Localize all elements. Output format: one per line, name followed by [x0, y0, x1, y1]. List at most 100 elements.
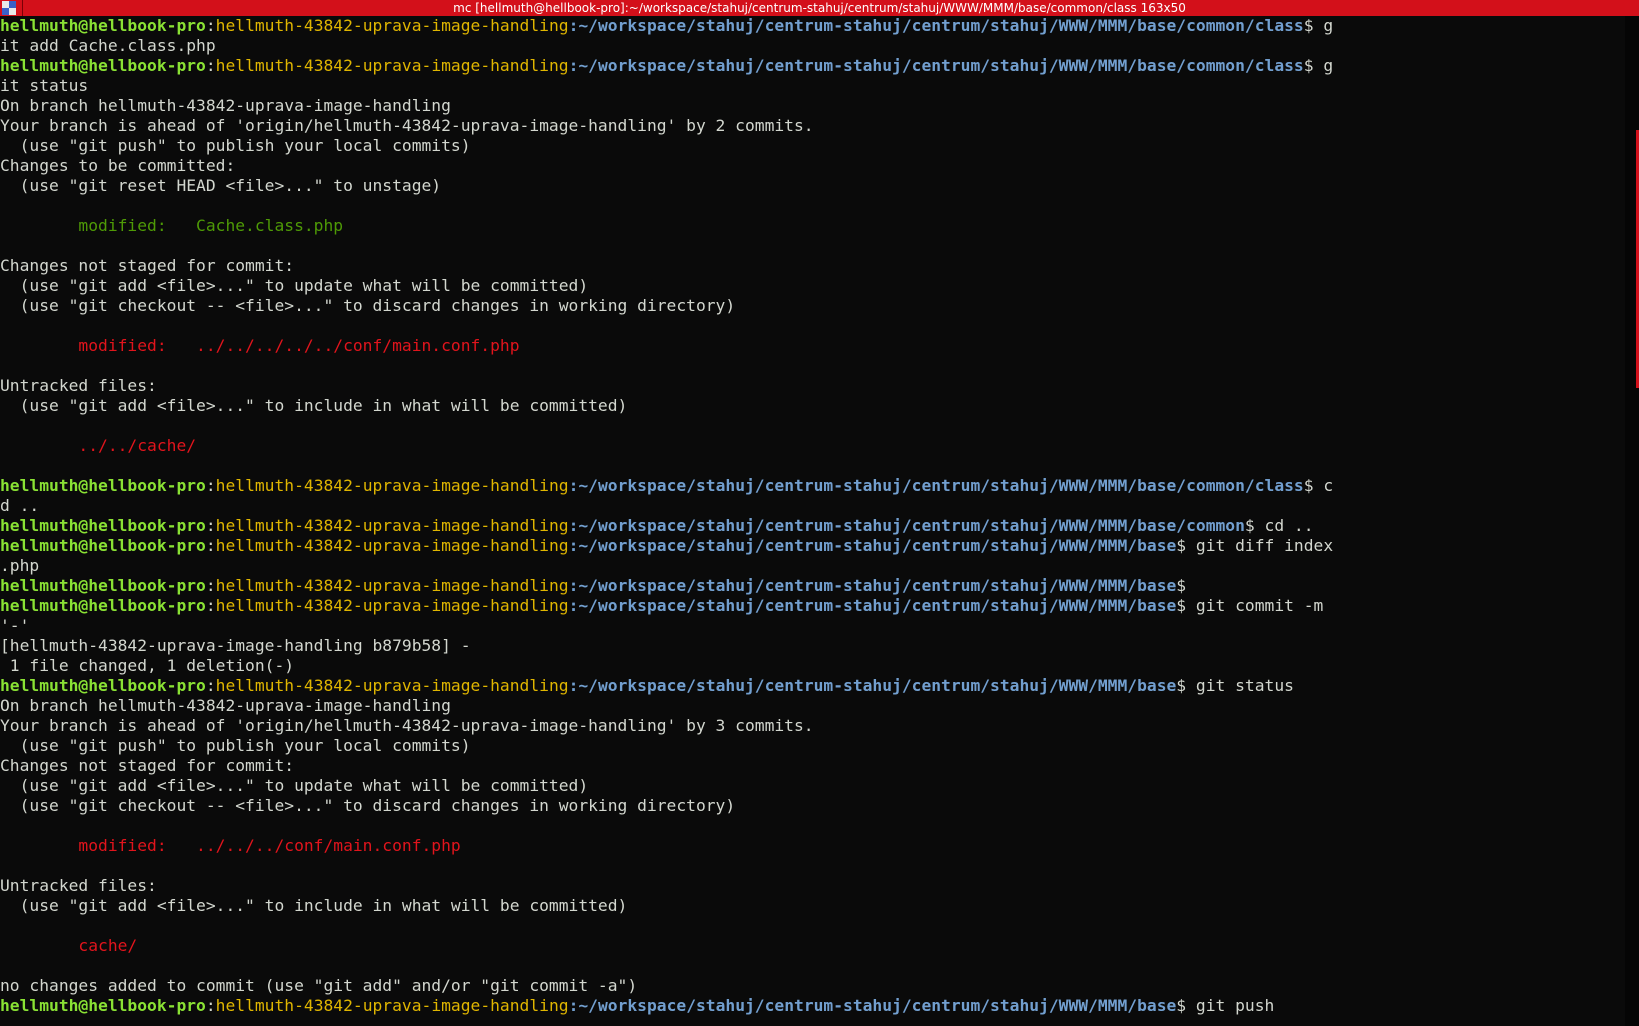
- terminal-text: Changes to be committed:: [0, 156, 236, 175]
- terminal-text: it add Cache.class.php: [0, 36, 216, 55]
- prompt-branch: hellmuth-43842-uprava-image-handling: [215, 576, 569, 595]
- terminal-line: Untracked files:: [0, 376, 1625, 396]
- terminal-line: modified: ../../../../../conf/main.conf.…: [0, 336, 1625, 356]
- prompt-user-host: hellmuth@hellbook-pro: [0, 676, 206, 695]
- terminal-text: :: [205, 16, 216, 35]
- window-title: mc [hellmuth@hellbook-pro]:~/workspace/s…: [453, 1, 1186, 15]
- terminal-text: :: [205, 996, 216, 1015]
- terminal-line: hellmuth@hellbook-pro:hellmuth-43842-upr…: [0, 996, 1625, 1016]
- terminal-line: (use "git add <file>..." to include in w…: [0, 396, 1625, 416]
- scrollbar[interactable]: [1625, 16, 1639, 1026]
- terminal-line: hellmuth@hellbook-pro:hellmuth-43842-upr…: [0, 676, 1625, 696]
- terminal-line: modified: ../../../conf/main.conf.php: [0, 836, 1625, 856]
- prompt-user-host: hellmuth@hellbook-pro: [0, 476, 206, 495]
- terminal-line: Untracked files:: [0, 876, 1625, 896]
- unstaged-file: cache/: [0, 936, 138, 955]
- terminal-text: $ git commit -m: [1176, 596, 1324, 615]
- prompt-user-host: hellmuth@hellbook-pro: [0, 56, 206, 75]
- terminal-text: Untracked files:: [0, 376, 157, 395]
- terminal-output[interactable]: hellmuth@hellbook-pro:hellmuth-43842-upr…: [0, 16, 1625, 1026]
- staged-file: modified: Cache.class.php: [0, 216, 344, 235]
- prompt-branch: hellmuth-43842-uprava-image-handling: [215, 516, 569, 535]
- prompt-branch: hellmuth-43842-uprava-image-handling: [215, 476, 569, 495]
- terminal-line: no changes added to commit (use "git add…: [0, 976, 1625, 996]
- terminal-line: hellmuth@hellbook-pro:hellmuth-43842-upr…: [0, 596, 1625, 616]
- terminal-line: (use "git reset HEAD <file>..." to unsta…: [0, 176, 1625, 196]
- terminal-text: it status: [0, 76, 89, 95]
- terminal-text: Changes not staged for commit:: [0, 256, 295, 275]
- terminal-text: $ cd ..: [1244, 516, 1314, 535]
- terminal-text: .php: [0, 556, 40, 575]
- terminal-text: $ git diff index: [1176, 536, 1334, 555]
- prompt-path: :~/workspace/stahuj/centrum-stahuj/centr…: [568, 676, 1177, 695]
- terminal-line: it status: [0, 76, 1625, 96]
- terminal-line: (use "git add <file>..." to include in w…: [0, 896, 1625, 916]
- unstaged-file: modified: ../../../conf/main.conf.php: [0, 836, 461, 855]
- terminal-line: [hellmuth-43842-uprava-image-handling b8…: [0, 636, 1625, 656]
- prompt-path: :~/workspace/stahuj/centrum-stahuj/centr…: [568, 476, 1304, 495]
- terminal-text: (use "git add <file>..." to update what …: [0, 276, 589, 295]
- terminal-line: Changes not staged for commit:: [0, 756, 1625, 776]
- prompt-user-host: hellmuth@hellbook-pro: [0, 596, 206, 615]
- terminal-text: $ g: [1303, 56, 1334, 75]
- terminal-line: hellmuth@hellbook-pro:hellmuth-43842-upr…: [0, 16, 1625, 36]
- terminal-text: :: [205, 516, 216, 535]
- terminal-line: Changes not staged for commit:: [0, 256, 1625, 276]
- terminal-line: (use "git push" to publish your local co…: [0, 136, 1625, 156]
- terminal-line: d ..: [0, 496, 1625, 516]
- terminal-text: Your branch is ahead of 'origin/hellmuth…: [0, 716, 814, 735]
- terminal-line: (use "git push" to publish your local co…: [0, 736, 1625, 756]
- title-bar[interactable]: mc [hellmuth@hellbook-pro]:~/workspace/s…: [0, 0, 1639, 16]
- terminal-text: (use "git checkout -- <file>..." to disc…: [0, 796, 736, 815]
- terminal-text: (use "git add <file>..." to include in w…: [0, 896, 628, 915]
- terminal-text: $ git push: [1176, 996, 1275, 1015]
- terminal-line: Your branch is ahead of 'origin/hellmuth…: [0, 716, 1625, 736]
- unstaged-file: modified: ../../../../../conf/main.conf.…: [0, 336, 520, 355]
- prompt-user-host: hellmuth@hellbook-pro: [0, 536, 206, 555]
- terminal-line: Your branch is ahead of 'origin/hellmuth…: [0, 116, 1625, 136]
- prompt-branch: hellmuth-43842-uprava-image-handling: [215, 56, 569, 75]
- terminal-text: :: [205, 576, 216, 595]
- terminal-text: [hellmuth-43842-uprava-image-handling b8…: [0, 636, 471, 655]
- prompt-branch: hellmuth-43842-uprava-image-handling: [215, 596, 569, 615]
- unstaged-file: ../../cache/: [0, 436, 197, 455]
- terminal-line: hellmuth@hellbook-pro:hellmuth-43842-upr…: [0, 516, 1625, 536]
- terminal-line: it add Cache.class.php: [0, 36, 1625, 56]
- prompt-branch: hellmuth-43842-uprava-image-handling: [215, 676, 569, 695]
- terminal-text: (use "git add <file>..." to include in w…: [0, 396, 628, 415]
- terminal-text: On branch hellmuth-43842-uprava-image-ha…: [0, 96, 451, 115]
- terminal-line: hellmuth@hellbook-pro:hellmuth-43842-upr…: [0, 536, 1625, 556]
- terminal-text: Changes not staged for commit:: [0, 756, 295, 775]
- terminal-text: $ c: [1303, 476, 1334, 495]
- terminal-text: $: [1176, 576, 1187, 595]
- terminal-line: '-': [0, 616, 1625, 636]
- terminal-text: (use "git checkout -- <file>..." to disc…: [0, 296, 736, 315]
- terminal-line: On branch hellmuth-43842-uprava-image-ha…: [0, 696, 1625, 716]
- prompt-path: :~/workspace/stahuj/centrum-stahuj/centr…: [568, 516, 1245, 535]
- terminal-text: 1 file changed, 1 deletion(-): [0, 656, 295, 675]
- terminal-app-icon[interactable]: [2, 1, 16, 15]
- terminal-text: :: [205, 676, 216, 695]
- terminal-text: d ..: [0, 496, 40, 515]
- title-divider: [22, 0, 23, 16]
- terminal-line: cache/: [0, 936, 1625, 956]
- prompt-branch: hellmuth-43842-uprava-image-handling: [215, 996, 569, 1015]
- terminal-line: 1 file changed, 1 deletion(-): [0, 656, 1625, 676]
- prompt-user-host: hellmuth@hellbook-pro: [0, 576, 206, 595]
- terminal-text: On branch hellmuth-43842-uprava-image-ha…: [0, 696, 451, 715]
- prompt-path: :~/workspace/stahuj/centrum-stahuj/centr…: [568, 996, 1177, 1015]
- prompt-user-host: hellmuth@hellbook-pro: [0, 16, 206, 35]
- terminal-window: mc [hellmuth@hellbook-pro]:~/workspace/s…: [0, 0, 1639, 1026]
- terminal-line: hellmuth@hellbook-pro:hellmuth-43842-upr…: [0, 476, 1625, 496]
- terminal-text: $ g: [1303, 16, 1334, 35]
- terminal-line: hellmuth@hellbook-pro:hellmuth-43842-upr…: [0, 56, 1625, 76]
- prompt-user-host: hellmuth@hellbook-pro: [0, 516, 206, 535]
